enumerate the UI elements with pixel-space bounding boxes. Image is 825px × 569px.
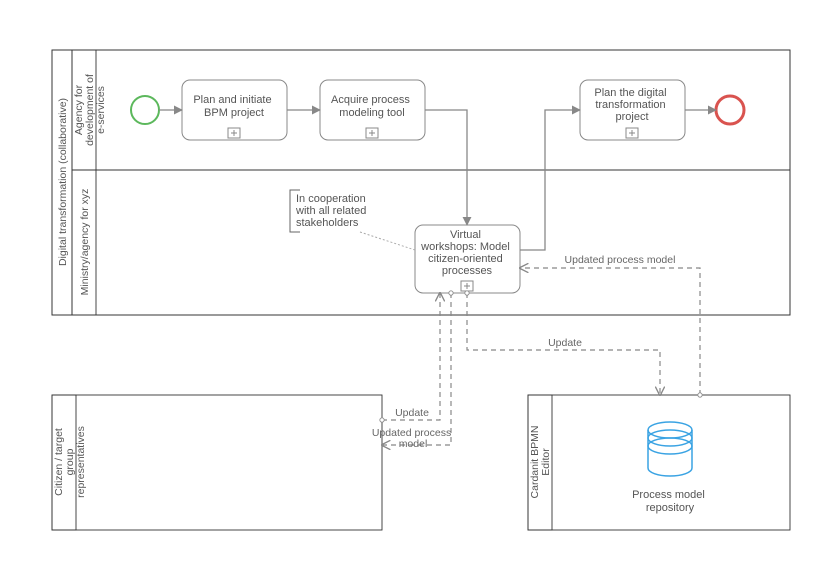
subprocess-marker-icon [461,281,473,291]
message-label-updated-model: Updated process model [565,254,676,266]
pool-citizen-label: Citizen / targetgrouprepresentatives [53,426,87,498]
subprocess-marker-icon [228,128,240,138]
pool-citizen: Citizen / targetgrouprepresentatives [52,395,382,530]
task-plan-dt: Plan the digital transformation project [580,80,685,140]
message-label-updated-model2: Updated process model [372,427,454,450]
bpmn-diagram: Digital transformation (collaborative) A… [0,0,825,569]
text-annotation: In cooperation with all related stakehol… [290,190,415,250]
datastore-icon [648,422,692,476]
message-label-update2: Update [395,407,429,419]
repository-label: Process model repository [632,489,708,514]
start-event [131,96,159,124]
svg-text:Plan and initiate BPM pr: Plan and initiate BPM project [193,94,274,119]
message-flow-updated-model [520,268,700,395]
message-flow-updated-model2 [382,293,451,445]
subprocess-marker-icon [366,128,378,138]
svg-text:In cooperation with all: In cooperation with all related stakehol… [295,193,369,229]
pool-cardanit: Cardanit BPMNEditor Process model reposi… [528,395,790,530]
task-acquire-tool: Acquire process modeling tool [320,80,425,140]
end-event [716,96,744,124]
subprocess-marker-icon [626,128,638,138]
svg-text:Acquire process modeling: Acquire process modeling tool [331,94,413,119]
pool-cardanit-label: Cardanit BPMNEditor [529,426,552,499]
flow [520,110,580,250]
message-flow-update2 [382,293,440,420]
pool-main-label: Digital transformation (collaborative) [57,98,69,266]
task-plan-bpm: Plan and initiate BPM project [182,80,287,140]
task-virtual-workshops: Virtual workshops: Model citizen-oriente… [415,225,520,293]
lane-top-label: Agency fordevelopment ofe-services [73,74,107,146]
message-label-update: Update [548,337,582,349]
lane-bottom-label: Ministry/agency for xyz [79,189,91,296]
flow [425,110,467,225]
